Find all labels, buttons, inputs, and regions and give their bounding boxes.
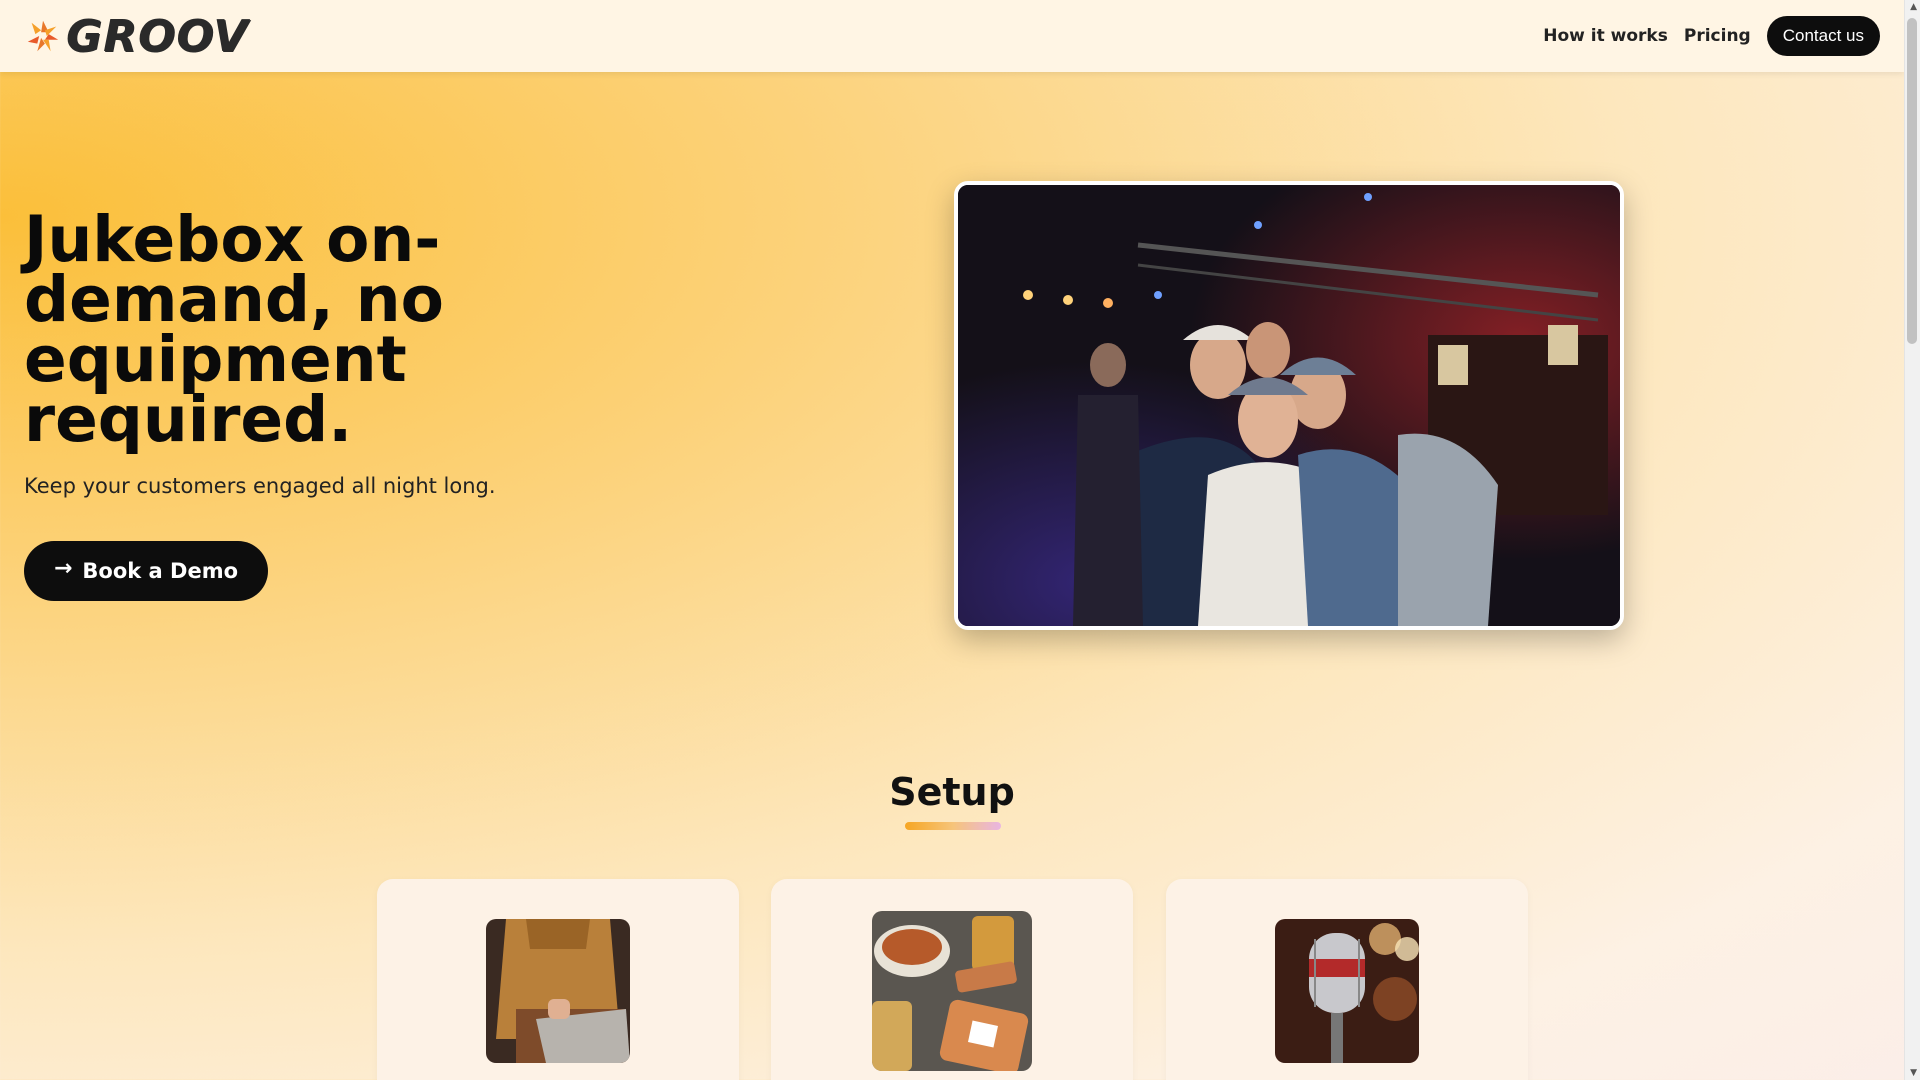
- page-scrollbar[interactable]: ▲ ▼: [1904, 0, 1920, 1080]
- person-with-laptop-image: [486, 919, 630, 1063]
- setup-card-1: [377, 879, 739, 1080]
- nav-link-how-it-works[interactable]: How it works: [1543, 26, 1668, 46]
- book-demo-button[interactable]: → Book a Demo: [24, 541, 268, 601]
- setup-card-2: [771, 879, 1133, 1080]
- setup-title-underline: [905, 822, 1001, 830]
- setup-card-3: [1166, 879, 1528, 1080]
- contact-us-button[interactable]: Contact us: [1766, 16, 1880, 56]
- groov-logo-icon: [24, 17, 62, 55]
- drinks-and-qr-coaster-image: [872, 911, 1032, 1071]
- arrow-right-icon: →: [53, 555, 73, 581]
- hero-photo: [954, 181, 1624, 630]
- hero-title: Jukebox on-demand, no equipment required…: [24, 203, 444, 456]
- scroll-down-icon[interactable]: ▼: [1910, 1068, 1917, 1078]
- brand-home-link[interactable]: GROOV: [24, 11, 248, 62]
- hero-subtitle: Keep your customers engaged all night lo…: [24, 474, 496, 498]
- scroll-up-icon[interactable]: ▲: [1910, 2, 1917, 12]
- setup-title: Setup: [889, 770, 1015, 814]
- top-navbar: GROOV How it works Pricing Contact us: [0, 0, 1904, 72]
- nav-link-pricing[interactable]: Pricing: [1684, 26, 1751, 46]
- vintage-microphone-image: [1275, 919, 1419, 1063]
- book-demo-label: Book a Demo: [82, 559, 239, 583]
- brand-name: GROOV: [66, 10, 249, 62]
- scrollbar-thumb[interactable]: [1907, 18, 1917, 344]
- nav-links: How it works Pricing Contact us: [1543, 16, 1880, 56]
